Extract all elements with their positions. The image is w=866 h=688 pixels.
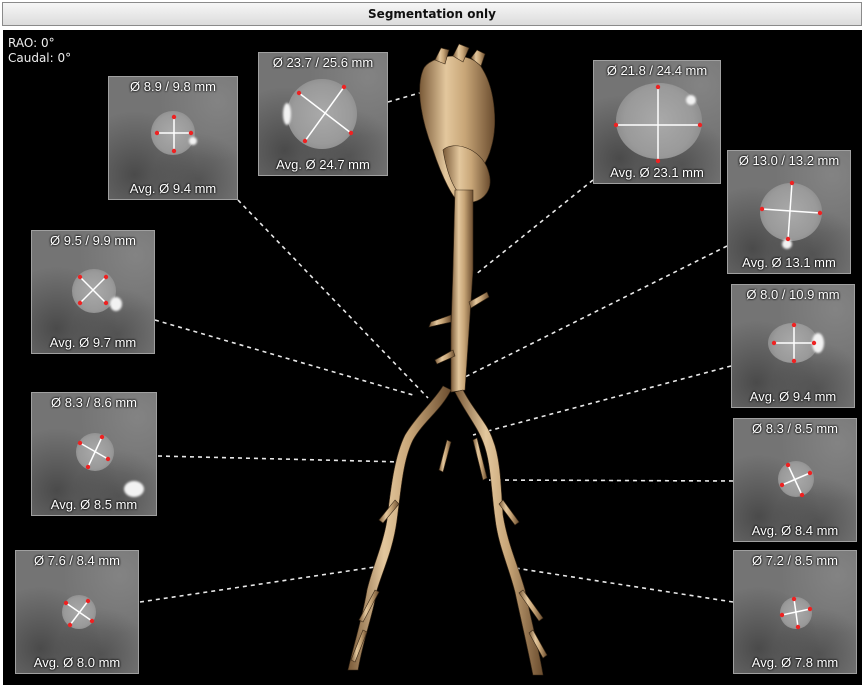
min-max-diameter: Ø 23.7 / 25.6 mm — [272, 55, 374, 70]
app-window: Segmentation only RAO: 0° Caudal: 0° Ø 8… — [0, 0, 866, 688]
cross-section-panel[interactable]: Ø 8.3 / 8.5 mm Avg. Ø 8.4 mm — [733, 418, 857, 542]
min-max-diameter: Ø 21.8 / 24.4 mm — [606, 63, 708, 78]
cross-section-panel[interactable]: Ø 8.0 / 10.9 mm Avg. Ø 9.4 mm — [731, 284, 855, 408]
title-bar: Segmentation only — [2, 2, 862, 26]
cross-section-panel[interactable]: Ø 23.7 / 25.6 mm Avg. Ø 24.7 mm — [258, 52, 388, 176]
average-diameter: Avg. Ø 13.1 mm — [742, 255, 836, 270]
cross-section-panel[interactable]: Ø 8.3 / 8.6 mm Avg. Ø 8.5 mm — [31, 392, 157, 516]
connector-line — [157, 455, 404, 463]
connector-line — [514, 567, 734, 603]
min-max-diameter: Ø 7.6 / 8.4 mm — [34, 553, 120, 568]
connector-line — [139, 566, 376, 603]
average-diameter: Avg. Ø 7.8 mm — [751, 655, 839, 670]
3d-viewport[interactable]: RAO: 0° Caudal: 0° Ø 8.9 / 9.8 mm Avg. Ø… — [3, 30, 862, 685]
connector-line — [472, 365, 732, 436]
average-diameter: Avg. Ø 23.1 mm — [610, 165, 704, 180]
connector-line — [462, 245, 728, 379]
connector-line — [387, 91, 424, 103]
min-max-diameter: Ø 7.2 / 8.5 mm — [752, 553, 838, 568]
average-diameter: Avg. Ø 24.7 mm — [276, 157, 370, 172]
window-title: Segmentation only — [368, 7, 496, 21]
connector-line — [154, 319, 414, 396]
cross-section-panel[interactable]: Ø 21.8 / 24.4 mm Avg. Ø 23.1 mm — [593, 60, 721, 184]
min-max-diameter: Ø 8.9 / 9.8 mm — [130, 79, 216, 94]
cross-section-panel[interactable]: Ø 7.2 / 8.5 mm Avg. Ø 7.8 mm — [733, 550, 857, 674]
average-diameter: Avg. Ø 8.4 mm — [751, 523, 839, 538]
min-max-diameter: Ø 8.0 / 10.9 mm — [746, 287, 840, 302]
connector-line — [237, 199, 429, 399]
average-diameter: Avg. Ø 9.4 mm — [749, 389, 837, 404]
cross-section-panel[interactable]: Ø 8.9 / 9.8 mm Avg. Ø 9.4 mm — [108, 76, 238, 200]
average-diameter: Avg. Ø 8.0 mm — [33, 655, 121, 670]
min-max-diameter: Ø 9.5 / 9.9 mm — [50, 233, 136, 248]
min-max-diameter: Ø 13.0 / 13.2 mm — [738, 153, 840, 168]
min-max-diameter: Ø 8.3 / 8.6 mm — [51, 395, 137, 410]
average-diameter: Avg. Ø 9.4 mm — [129, 181, 217, 196]
cross-section-panel[interactable]: Ø 9.5 / 9.9 mm Avg. Ø 9.7 mm — [31, 230, 155, 354]
connector-line — [484, 479, 734, 482]
cross-section-panel[interactable]: Ø 13.0 / 13.2 mm Avg. Ø 13.1 mm — [727, 150, 851, 274]
average-diameter: Avg. Ø 9.7 mm — [49, 335, 137, 350]
connector-line — [474, 179, 594, 276]
min-max-diameter: Ø 8.3 / 8.5 mm — [752, 421, 838, 436]
average-diameter: Avg. Ø 8.5 mm — [50, 497, 138, 512]
cross-section-panel[interactable]: Ø 7.6 / 8.4 mm Avg. Ø 8.0 mm — [15, 550, 139, 674]
